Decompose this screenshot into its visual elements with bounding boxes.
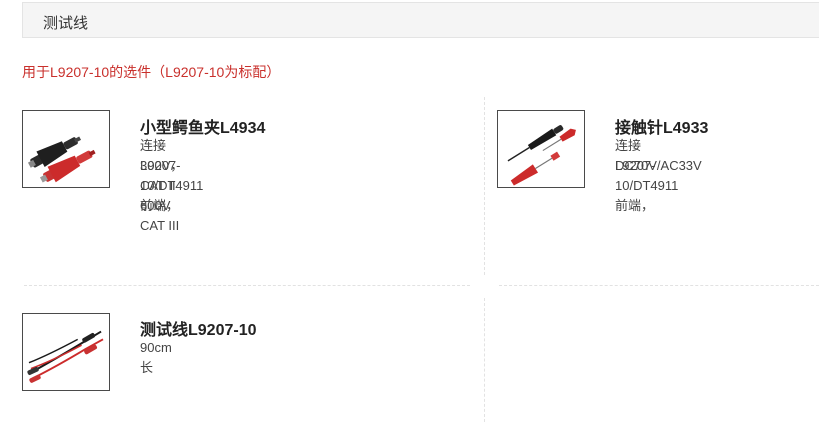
product-title-l9207[interactable]: 测试线L9207-10 (140, 316, 257, 340)
section-title: 测试线 (43, 15, 89, 32)
product-desc-l9207-line1: 90cm长 (140, 340, 172, 375)
product-title-l4933[interactable]: 接触针L4933 (615, 114, 708, 138)
options-subtitle: 用于L9207-10的选件（L9207-10为标配） (22, 64, 281, 80)
product-desc-l4933-line1: 连接L9207-10/DT4911前端， (615, 138, 679, 213)
product-title-l4934[interactable]: 小型鳄鱼夹L4934 (140, 114, 265, 138)
test-lead-icon[interactable] (22, 313, 110, 391)
alligator-clip-icon[interactable] (22, 110, 110, 188)
grid-divider-horizontal-left (24, 285, 470, 286)
grid-divider-horizontal-right (499, 285, 819, 286)
product-desc-l4934-line2: 300V，CAT II 600V (140, 158, 184, 213)
contact-pin-icon[interactable] (497, 110, 585, 188)
section-header: 测试线 (22, 2, 819, 38)
product-desc-l4933-line2: DC70V/AC33V (615, 158, 702, 173)
grid-divider-vertical-bottom (484, 298, 485, 422)
grid-divider-vertical-top (484, 97, 485, 275)
